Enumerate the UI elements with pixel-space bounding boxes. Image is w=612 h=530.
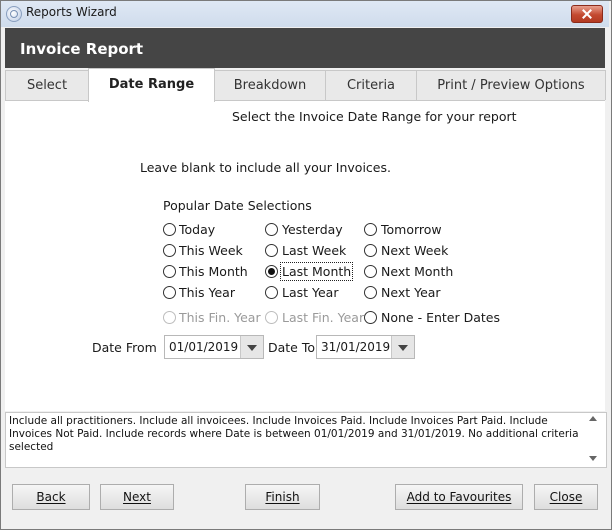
popular-date-selections-label: Popular Date Selections <box>163 198 312 213</box>
radio-last-year[interactable] <box>265 286 278 299</box>
radio-next-year[interactable] <box>364 286 377 299</box>
date-from-dropdown-icon[interactable] <box>240 336 263 358</box>
tab-breakdown[interactable]: Breakdown <box>214 70 326 100</box>
radio-label-last-week[interactable]: Last Week <box>282 243 346 258</box>
date-from-value[interactable]: 01/01/2019 <box>169 340 238 354</box>
radio-this-week[interactable] <box>163 244 176 257</box>
date-to-value[interactable]: 31/01/2019 <box>321 340 390 354</box>
tab-print-preview-options[interactable]: Print / Preview Options <box>416 70 606 100</box>
window-title: Reports Wizard <box>26 5 117 19</box>
radio-label-last-year[interactable]: Last Year <box>282 285 338 300</box>
finish-button-label: Finish <box>265 490 300 504</box>
date-to-dropdown-icon[interactable] <box>391 336 414 358</box>
date-to-label: Date To <box>268 340 316 355</box>
radio-label-last-month[interactable]: Last Month <box>279 262 354 281</box>
radio-yesterday[interactable] <box>265 223 278 236</box>
criteria-summary-text: Include all practitioners. Include all i… <box>9 415 579 453</box>
radio-last-week[interactable] <box>265 244 278 257</box>
finish-button[interactable]: Finish <box>245 484 320 510</box>
radio-tomorrow[interactable] <box>364 223 377 236</box>
close-button-label: Close <box>549 490 583 504</box>
app-icon <box>6 6 22 22</box>
criteria-summary[interactable]: Include all practitioners. Include all i… <box>5 412 607 468</box>
tab-date-range[interactable]: Date Range <box>88 68 215 102</box>
tab-select[interactable]: Select <box>5 70 89 100</box>
date-from-label: Date From <box>92 340 157 355</box>
date-to-combo[interactable]: 31/01/2019 <box>316 335 415 359</box>
close-button[interactable]: Close <box>534 484 598 510</box>
radio-label-next-month[interactable]: Next Month <box>381 264 453 279</box>
radio-label-next-week[interactable]: Next Week <box>381 243 448 258</box>
blank-hint: Leave blank to include all your Invoices… <box>140 160 391 175</box>
radio-label-today[interactable]: Today <box>179 222 215 237</box>
radio-last-fin-year <box>265 311 278 324</box>
add-to-favourites-label: Add to Favourites <box>406 490 512 504</box>
add-to-favourites-button[interactable]: Add to Favourites <box>395 484 523 510</box>
panel-heading: Select the Invoice Date Range for your r… <box>232 109 517 124</box>
radio-this-fin-year <box>163 311 176 324</box>
radio-next-week[interactable] <box>364 244 377 257</box>
back-button[interactable]: Back <box>12 484 90 510</box>
back-button-label: Back <box>36 490 66 504</box>
radio-label-next-year[interactable]: Next Year <box>381 285 441 300</box>
radio-this-month[interactable] <box>163 265 176 278</box>
close-icon[interactable] <box>571 5 603 23</box>
next-button[interactable]: Next <box>100 484 174 510</box>
radio-next-month[interactable] <box>364 265 377 278</box>
radio-label-yesterday[interactable]: Yesterday <box>282 222 343 237</box>
radio-label-last-fin-year: Last Fin. Year <box>282 310 365 325</box>
radio-this-year[interactable] <box>163 286 176 299</box>
radio-last-month[interactable] <box>265 265 278 278</box>
radio-label-this-week[interactable]: This Week <box>179 243 243 258</box>
radio-label-tomorrow[interactable]: Tomorrow <box>381 222 442 237</box>
report-title: Invoice Report <box>20 40 144 58</box>
date-from-combo[interactable]: 01/01/2019 <box>164 335 264 359</box>
radio-none-enter-dates[interactable] <box>364 311 377 324</box>
scroll-up-icon[interactable] <box>589 416 597 421</box>
radio-label-none-enter-dates[interactable]: None - Enter Dates <box>381 310 500 325</box>
tab-criteria[interactable]: Criteria <box>325 70 417 100</box>
radio-today[interactable] <box>163 223 176 236</box>
next-button-label: Next <box>123 490 151 504</box>
scroll-down-icon[interactable] <box>589 456 597 461</box>
radio-label-this-year[interactable]: This Year <box>179 285 235 300</box>
radio-label-this-fin-year: This Fin. Year <box>179 310 261 325</box>
radio-label-this-month[interactable]: This Month <box>179 264 248 279</box>
